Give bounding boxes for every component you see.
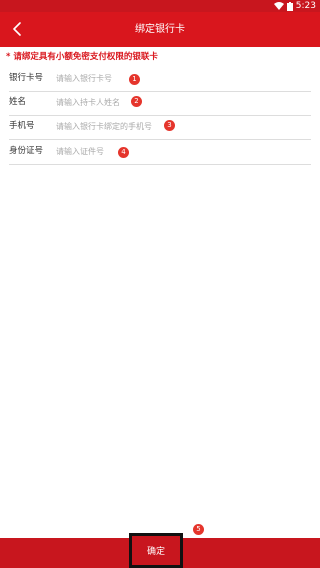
status-icons: 5:23: [273, 0, 316, 12]
wifi-icon: [273, 2, 284, 10]
id-number-input[interactable]: [56, 144, 296, 158]
field-label-phone: 手机号: [9, 121, 35, 131]
name-input[interactable]: [56, 95, 296, 109]
annotation-badge-4: 4: [118, 147, 129, 158]
form-row-id-number: 身份证号: [9, 140, 311, 165]
app-bar: 绑定银行卡: [0, 12, 320, 47]
form-row-phone: 手机号: [9, 115, 311, 140]
status-bar: 5:23: [0, 0, 320, 12]
notice-text: * 请绑定具有小额免密支付权限的银联卡: [6, 52, 158, 62]
annotation-badge-5: 5: [193, 524, 204, 535]
field-label-id-number: 身份证号: [9, 146, 44, 156]
page-title: 绑定银行卡: [135, 24, 185, 35]
battery-icon: [286, 1, 293, 11]
field-label-card-number: 银行卡号: [9, 73, 44, 83]
form-row-name: 姓名: [9, 91, 311, 116]
chevron-left-icon: [13, 22, 21, 36]
annotation-badge-3: 3: [164, 120, 175, 131]
field-label-name: 姓名: [9, 97, 27, 107]
card-number-input[interactable]: [56, 71, 296, 85]
back-button[interactable]: [6, 18, 28, 40]
status-time: 5:23: [295, 1, 316, 11]
confirm-button[interactable]: 确定: [129, 533, 183, 568]
annotation-badge-2: 2: [131, 96, 142, 107]
annotation-badge-1: 1: [129, 74, 140, 85]
phone-input[interactable]: [56, 119, 296, 133]
form-row-card-number: 银行卡号: [9, 67, 311, 92]
